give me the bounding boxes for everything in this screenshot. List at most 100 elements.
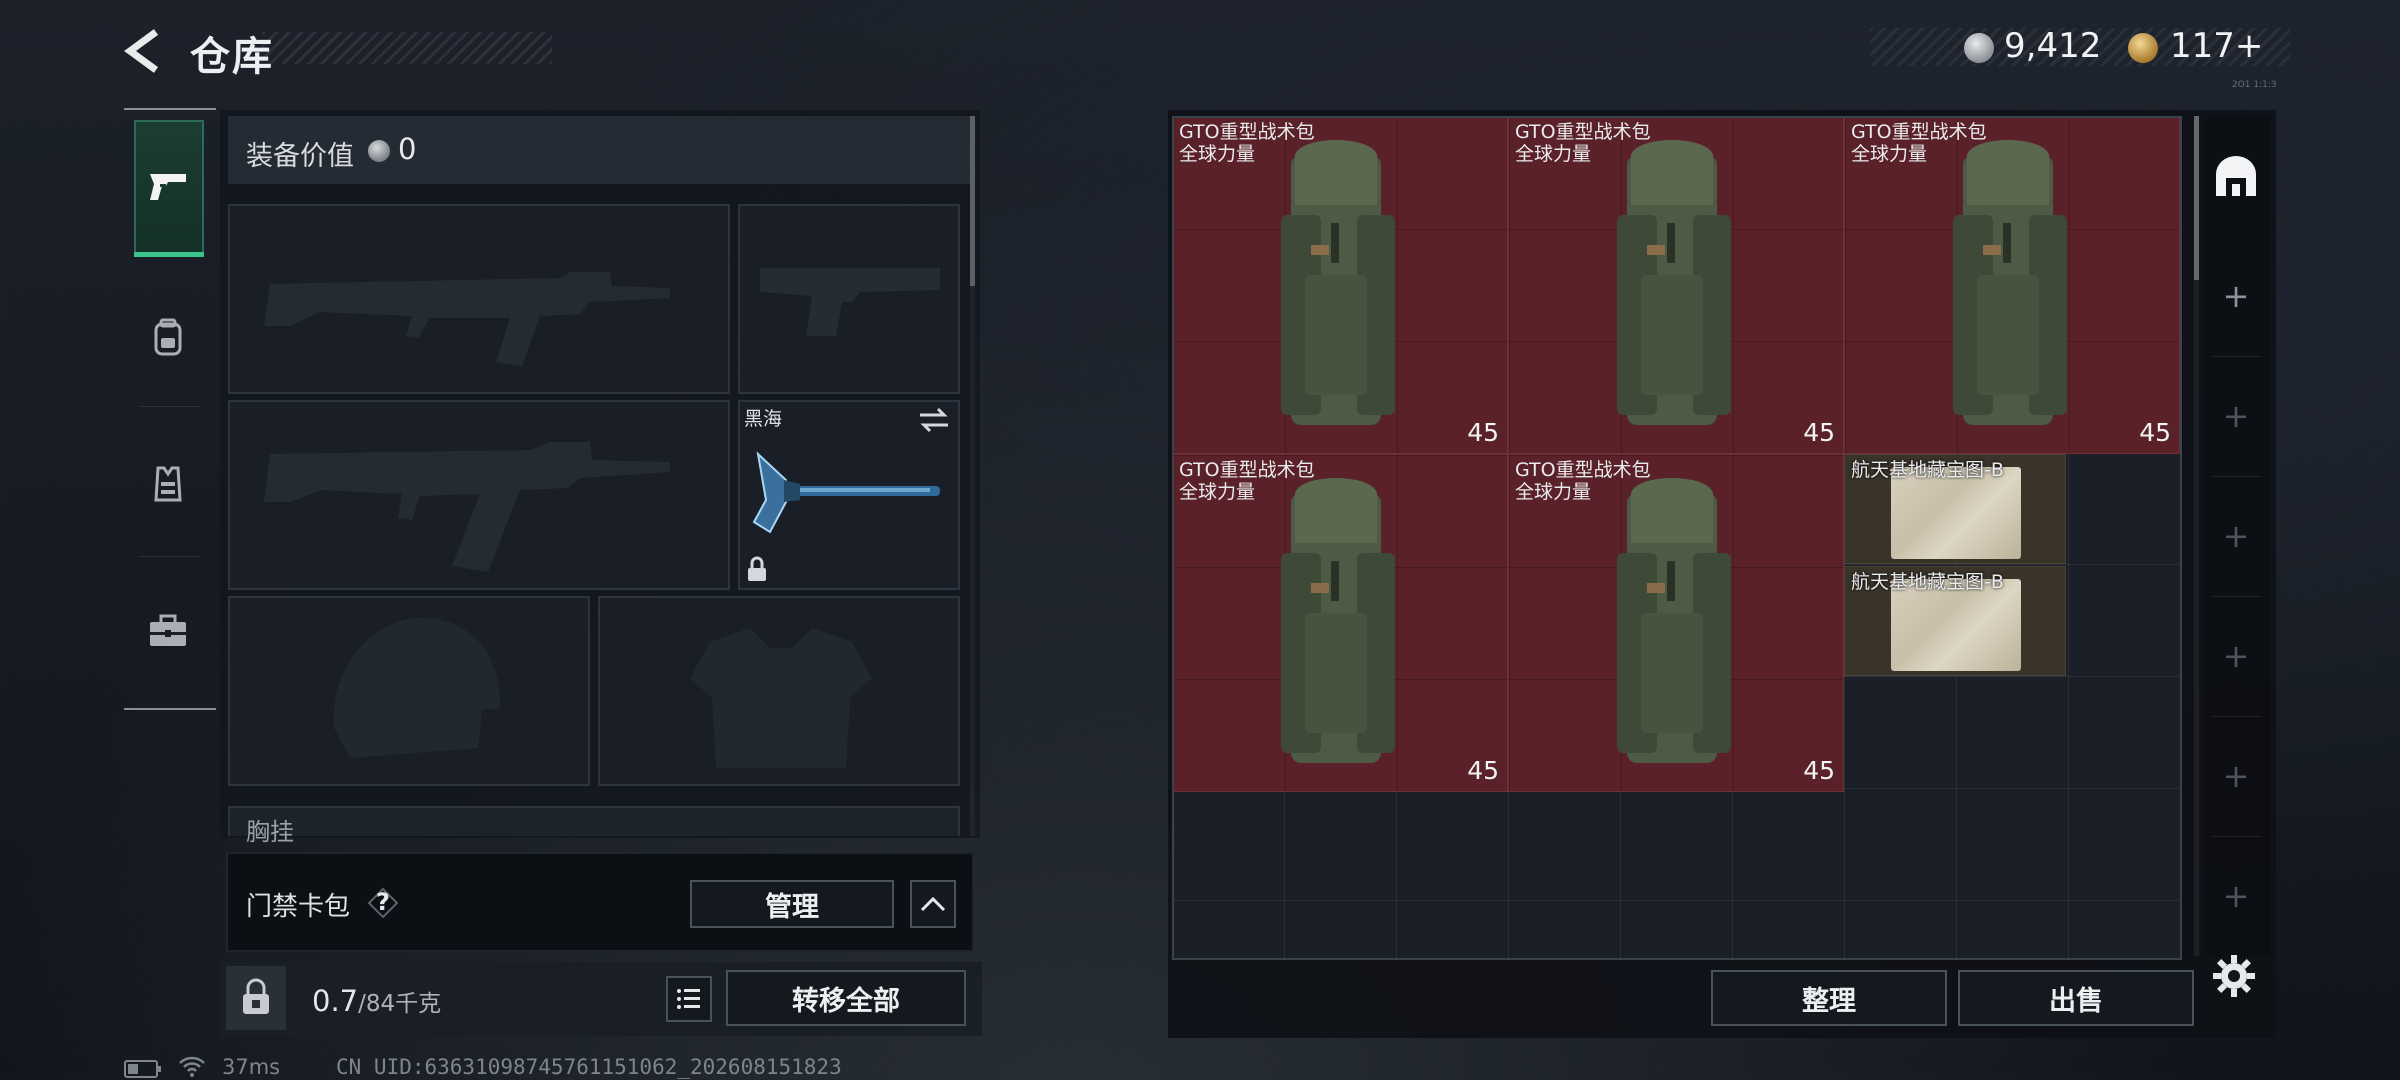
item-name: GTO重型战术包 xyxy=(1179,459,1315,481)
nav-divider-bottom xyxy=(124,708,216,710)
sidearm-slot[interactable] xyxy=(738,204,960,394)
stash-page-1-tab[interactable] xyxy=(2210,152,2262,204)
stash-item-backpack[interactable]: GTO重型战术包 全球力量 45 xyxy=(1844,116,2180,454)
item-name: GTO重型战术包 xyxy=(1515,459,1651,481)
stash-page-icon xyxy=(2216,156,2256,196)
capacity-badge: 45 xyxy=(1803,756,1835,785)
rail-divider xyxy=(2212,596,2262,597)
rail-divider xyxy=(2212,716,2262,717)
helmet-icon xyxy=(333,617,501,758)
chevron-up-icon xyxy=(920,896,946,912)
network-ping: 37ms xyxy=(222,1055,281,1079)
armor-vest-icon xyxy=(690,628,872,768)
user-uid: CN UID:6363109874576115106​2_20260815182… xyxy=(336,1055,842,1079)
chest-rig-label: 胸挂 xyxy=(246,818,294,846)
capacity-badge: 45 xyxy=(1803,418,1835,447)
item-faction: 全球力量 xyxy=(1515,481,1592,503)
swap-icon[interactable] xyxy=(918,406,950,434)
list-icon xyxy=(677,989,700,1009)
pistol-icon xyxy=(760,268,940,336)
item-faction: 全球力量 xyxy=(1179,143,1256,165)
back-arrow-icon[interactable] xyxy=(120,26,170,76)
help-icon[interactable]: ? xyxy=(366,886,400,920)
tactical-backpack-icon xyxy=(1617,140,1731,425)
rail-divider xyxy=(2212,356,2262,357)
nav-item-backpack[interactable] xyxy=(146,316,190,360)
assault-rifle-icon xyxy=(264,272,670,366)
equipment-value: 0 xyxy=(398,132,417,166)
pistol-icon xyxy=(146,164,190,208)
wifi-icon xyxy=(178,1054,206,1078)
assault-rifle-icon xyxy=(264,442,670,572)
page-title: 仓库 xyxy=(190,34,274,80)
nav-divider xyxy=(140,556,200,557)
stash-item-backpack[interactable]: GTO重型战术包 全球力量 45 xyxy=(1508,116,1844,454)
carry-weight: 0.7/84千克 xyxy=(312,984,442,1018)
keycard-case-label: 门禁卡包 xyxy=(246,892,351,922)
nav-item-vest[interactable] xyxy=(146,462,190,506)
locked-stash-page-icon[interactable]: + xyxy=(2216,876,2256,916)
helmet-slot[interactable] xyxy=(228,596,590,786)
stash-scroll-thumb[interactable] xyxy=(2194,116,2199,280)
vest-icon xyxy=(154,466,182,502)
nav-divider xyxy=(140,406,200,407)
stash-item-backpack[interactable]: GTO重型战术包 全球力量 45 xyxy=(1172,116,1508,454)
nav-active-indicator xyxy=(134,252,204,257)
rail-divider xyxy=(2212,836,2262,837)
sell-button[interactable]: 出售 xyxy=(1958,970,2194,1026)
gear-icon[interactable] xyxy=(2210,952,2258,1000)
sort-button[interactable]: 整理 xyxy=(1711,970,1947,1026)
silver-coin-icon xyxy=(1964,33,1994,63)
title-decoration xyxy=(262,32,552,64)
manage-button[interactable]: 管理 xyxy=(690,880,894,928)
item-faction: 全球力量 xyxy=(1179,481,1256,503)
silver-coin-icon xyxy=(368,140,390,162)
lock-icon xyxy=(746,556,768,582)
nav-item-supplies[interactable] xyxy=(146,608,190,652)
battery-icon xyxy=(124,1060,162,1078)
backpack-lock-icon xyxy=(226,966,286,1030)
item-name: 航天基地藏宝图-B xyxy=(1851,571,2004,593)
tactical-backpack-icon xyxy=(1953,140,2067,425)
gold-coin-icon xyxy=(2128,33,2158,63)
equipment-scroll-thumb[interactable] xyxy=(970,116,975,286)
chest-rig-slot[interactable] xyxy=(228,806,960,836)
locked-stash-page-icon[interactable]: + xyxy=(2216,756,2256,796)
tactical-backpack-icon xyxy=(1617,478,1731,763)
add-stash-page-icon[interactable]: + xyxy=(2216,276,2256,316)
equipment-value-label: 装备价值 xyxy=(246,141,354,172)
stash-item-treasure-map[interactable]: 航天基地藏宝图-B xyxy=(1844,566,2066,676)
backpack-icon xyxy=(154,318,182,356)
tactical-backpack-icon xyxy=(1281,140,1395,425)
build-tag: 2O1 1:1:3 xyxy=(2232,80,2277,90)
item-name: GTO重型战术包 xyxy=(1515,121,1651,143)
list-view-button[interactable] xyxy=(666,976,712,1022)
capacity-badge: 45 xyxy=(1467,756,1499,785)
stash-item-backpack[interactable]: GTO重型战术包 全球力量 45 xyxy=(1508,454,1844,792)
tactical-backpack-icon xyxy=(1281,478,1395,763)
toolbox-icon xyxy=(150,614,186,646)
item-name: 航天基地藏宝图-B xyxy=(1851,459,2004,481)
capacity-badge: 45 xyxy=(1467,418,1499,447)
stash-item-backpack[interactable]: GTO重型战术包 全球力量 45 xyxy=(1172,454,1508,792)
locked-stash-page-icon[interactable]: + xyxy=(2216,396,2256,436)
item-faction: 全球力量 xyxy=(1851,143,1928,165)
silver-currency-amount: 9,412 xyxy=(2004,26,2102,66)
item-name: GTO重型战术包 xyxy=(1851,121,1987,143)
gold-currency-amount[interactable]: 117+ xyxy=(2170,26,2263,66)
expand-button[interactable] xyxy=(910,880,956,928)
primary-weapon-slot[interactable] xyxy=(228,204,730,394)
locked-stash-page-icon[interactable]: + xyxy=(2216,636,2256,676)
nav-divider-top xyxy=(124,108,216,110)
stash-grid[interactable]: GTO重型战术包 全球力量 45 GTO重型战术包 全球力量 45 GTO重型战… xyxy=(1172,116,2182,960)
transfer-all-button[interactable]: 转移全部 xyxy=(726,970,966,1026)
stash-item-treasure-map[interactable]: 航天基地藏宝图-B xyxy=(1844,454,2066,564)
secondary-weapon-slot[interactable] xyxy=(228,400,730,590)
item-name: GTO重型战术包 xyxy=(1179,121,1315,143)
rail-divider xyxy=(2212,476,2262,477)
capacity-badge: 45 xyxy=(2139,418,2171,447)
add-currency-icon[interactable]: + xyxy=(2235,26,2264,66)
locked-stash-page-icon[interactable]: + xyxy=(2216,516,2256,556)
melee-weapon-name: 黑海 xyxy=(744,408,783,430)
armor-slot[interactable] xyxy=(598,596,960,786)
